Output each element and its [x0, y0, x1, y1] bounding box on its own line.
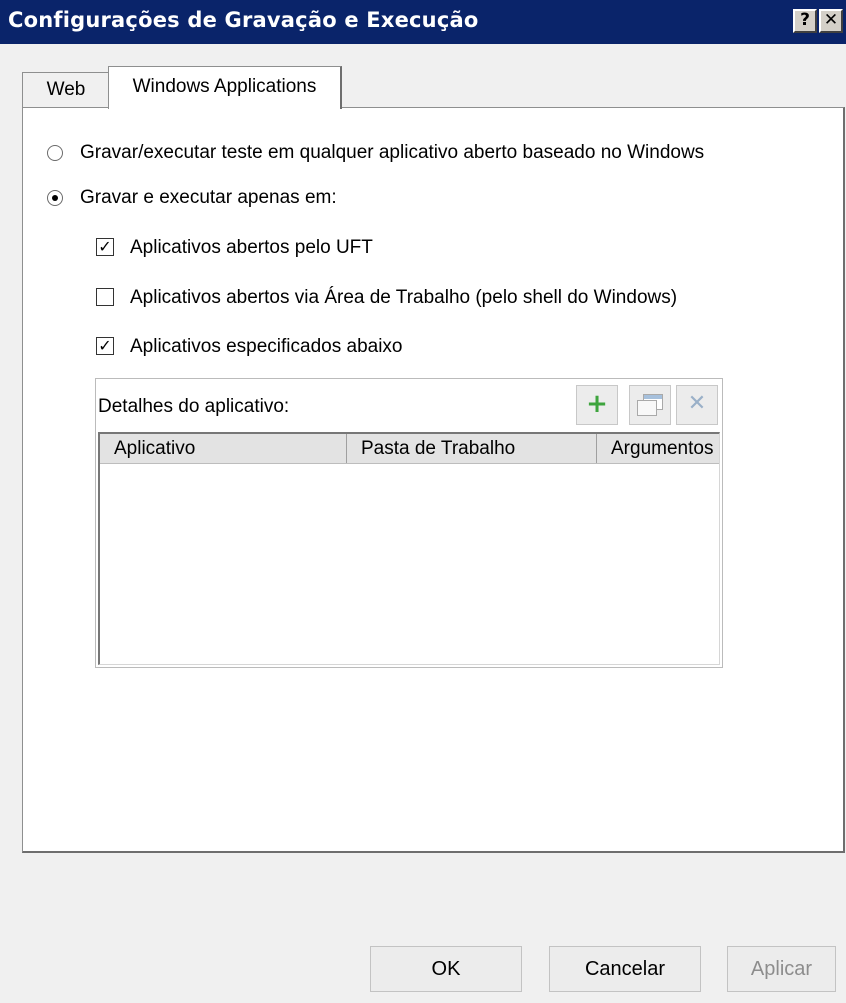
close-button[interactable]: ✕ [819, 9, 843, 33]
checkbox-uft-apps[interactable]: ✓ [96, 238, 114, 256]
checkbox-desktop-apps[interactable] [96, 288, 114, 306]
checkbox-specified-apps[interactable]: ✓ [96, 337, 114, 355]
radio-record-any[interactable] [47, 145, 63, 161]
tab-web[interactable]: Web [22, 72, 110, 108]
column-header-pasta-de-trabalho[interactable]: Pasta de Trabalho [347, 434, 597, 463]
application-details-label: Detalhes do aplicativo: [98, 396, 290, 417]
window-title: Configurações de Gravação e Execução [8, 8, 479, 32]
checkmark-icon: ✓ [98, 237, 112, 256]
close-icon: ✕ [823, 10, 839, 30]
add-application-button[interactable]: + [576, 385, 618, 425]
radio-record-only[interactable] [47, 190, 63, 206]
tab-windows-applications[interactable]: Windows Applications [108, 66, 342, 109]
apply-button[interactable]: Aplicar [727, 946, 836, 992]
checkbox-desktop-apps-label[interactable]: Aplicativos abertos via Área de Trabalho… [130, 287, 677, 309]
cancel-button[interactable]: Cancelar [549, 946, 701, 992]
radio-record-only-label[interactable]: Gravar e executar apenas em: [80, 187, 337, 209]
application-properties-button[interactable] [629, 385, 671, 425]
column-header-argumentos[interactable]: Argumentos [597, 434, 719, 463]
checkmark-icon: ✓ [98, 336, 112, 355]
delete-application-button[interactable]: ✕ [676, 385, 718, 425]
properties-icon [637, 394, 663, 416]
delete-icon: ✕ [687, 391, 707, 416]
checkbox-specified-apps-label[interactable]: Aplicativos especificados abaixo [130, 336, 403, 358]
help-button[interactable]: ? [793, 9, 817, 33]
title-bar: Configurações de Gravação e Execução ? ✕ [0, 0, 846, 44]
applications-grid[interactable]: Aplicativo Pasta de Trabalho Argumentos [98, 432, 720, 665]
application-details-group: Detalhes do aplicativo: + ✕ Aplicativo P… [95, 378, 723, 668]
checkbox-uft-apps-label[interactable]: Aplicativos abertos pelo UFT [130, 237, 373, 259]
ok-button[interactable]: OK [370, 946, 522, 992]
grid-header: Aplicativo Pasta de Trabalho Argumentos [100, 434, 719, 464]
column-header-aplicativo[interactable]: Aplicativo [100, 434, 347, 463]
plus-icon: + [586, 389, 608, 419]
help-icon: ? [800, 10, 810, 30]
radio-record-any-label[interactable]: Gravar/executar teste em qualquer aplica… [80, 142, 704, 164]
radio-selected-dot [52, 195, 58, 201]
